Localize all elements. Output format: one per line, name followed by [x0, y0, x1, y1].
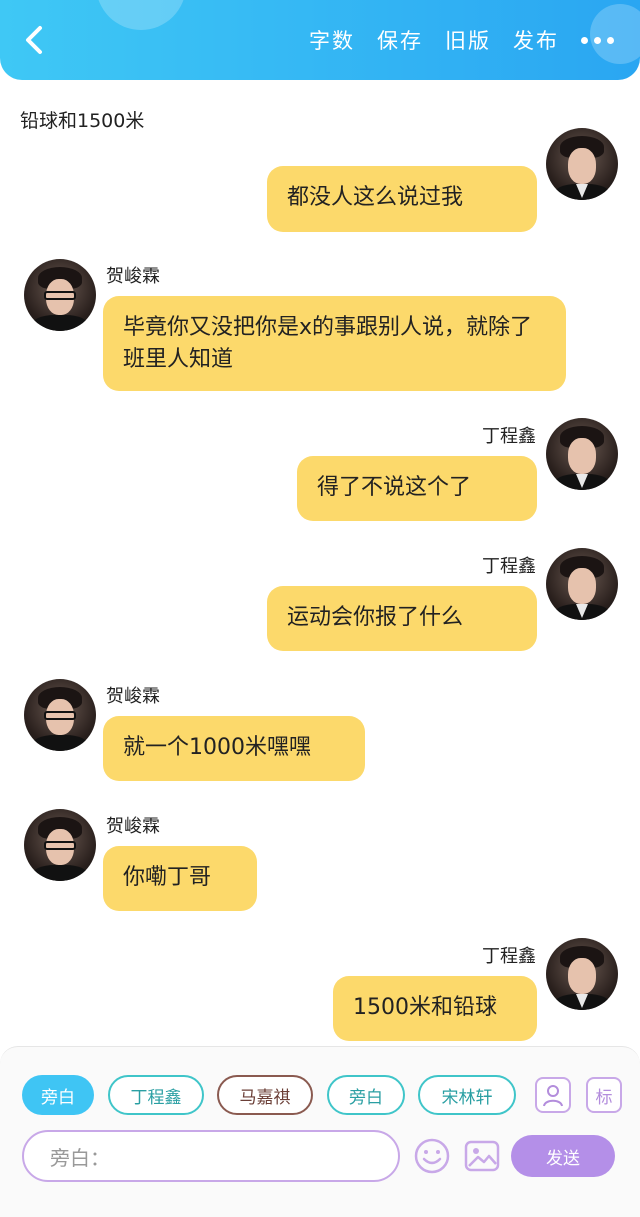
message-bubble[interactable]: 你嘞丁哥	[103, 846, 257, 911]
tag-button[interactable]: 标	[586, 1077, 622, 1113]
message-bubble[interactable]: 运动会你报了什么	[267, 586, 537, 651]
person-card-icon[interactable]	[535, 1077, 571, 1113]
send-button[interactable]: 发送	[511, 1135, 615, 1177]
message-bubble[interactable]: 毕竟你又没把你是x的事跟别人说，就除了班里人知道	[103, 296, 566, 391]
more-menu-icon[interactable]	[581, 36, 614, 44]
word-count-button[interactable]: 字数	[309, 25, 355, 55]
smiley-icon[interactable]	[413, 1137, 451, 1175]
avatar-dingchengxin[interactable]	[546, 548, 618, 620]
role-chip-narrator[interactable]: 旁白	[22, 1075, 94, 1115]
old-version-button[interactable]: 旧版	[445, 25, 491, 55]
message-bubble[interactable]: 1500米和铅球	[333, 976, 537, 1041]
top-bar: 字数 保存 旧版 发布	[0, 0, 640, 80]
story-title: 铅球和1500米	[20, 110, 145, 132]
speaker-name: 丁程鑫	[482, 946, 536, 967]
avatar-dingchengxin[interactable]	[546, 938, 618, 1010]
avatar-hejunlin[interactable]	[24, 259, 96, 331]
role-chip-narrator-2[interactable]: 旁白	[327, 1075, 405, 1115]
chevron-left-icon	[26, 26, 42, 54]
decor-circle	[96, 0, 186, 30]
speaker-name: 贺峻霖	[106, 266, 160, 287]
input-placeholder: 旁白：	[50, 1145, 110, 1170]
dialogue-input[interactable]: 旁白：	[22, 1130, 400, 1182]
avatar-dingchengxin[interactable]	[546, 418, 618, 490]
speaker-name: 贺峻霖	[106, 686, 160, 707]
save-button[interactable]: 保存	[377, 25, 423, 55]
role-chip-songlinxuan[interactable]: 宋林轩	[418, 1075, 516, 1115]
message-bubble[interactable]: 都没人这么说过我	[267, 166, 537, 232]
publish-button[interactable]: 发布	[513, 25, 559, 55]
image-icon[interactable]	[463, 1137, 501, 1175]
speaker-name: 贺峻霖	[106, 816, 160, 837]
role-chip-majiaqi[interactable]: 马嘉祺	[217, 1075, 313, 1115]
message-bubble[interactable]: 得了不说这个了	[297, 456, 537, 521]
avatar-hejunlin[interactable]	[24, 679, 96, 751]
tag-label: 标	[595, 1087, 613, 1108]
avatar-dingchengxin[interactable]	[546, 128, 618, 200]
back-button[interactable]	[16, 22, 52, 58]
speaker-name: 丁程鑫	[482, 426, 536, 447]
role-chip-dingchengxin[interactable]: 丁程鑫	[108, 1075, 204, 1115]
avatar-hejunlin[interactable]	[24, 809, 96, 881]
speaker-name: 丁程鑫	[482, 556, 536, 577]
message-bubble[interactable]: 就一个1000米嘿嘿	[103, 716, 365, 781]
